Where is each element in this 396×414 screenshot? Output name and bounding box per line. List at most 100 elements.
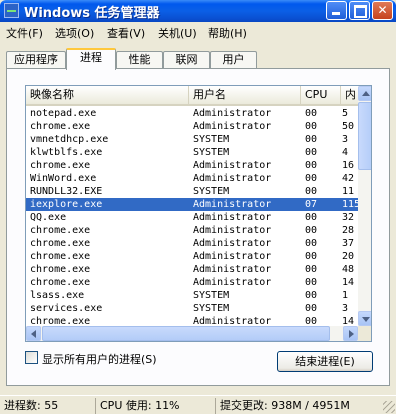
- process-cpu-cell: 00: [305, 303, 318, 314]
- table-row[interactable]: services.exe SYSTEM 00 3: [26, 302, 358, 315]
- process-cpu-cell: 00: [305, 160, 318, 171]
- list-header: 映像名称 用户名 CPU 内: [26, 86, 371, 106]
- process-name-cell: chrome.exe: [30, 264, 91, 275]
- process-name-cell: klwtblfs.exe: [30, 147, 103, 158]
- vertical-scrollbar[interactable]: [358, 86, 371, 326]
- status-bar: 进程数: 55 CPU 使用: 11% 提交更改: 938M / 4951M: [0, 395, 396, 414]
- process-user-cell: SYSTEM: [193, 147, 230, 158]
- process-name-cell: chrome.exe: [30, 277, 91, 288]
- table-row[interactable]: klwtblfs.exe SYSTEM 00 4: [26, 146, 358, 159]
- resize-grip[interactable]: [383, 401, 395, 413]
- tab-processes[interactable]: 进程: [66, 48, 116, 70]
- process-user-cell: Administrator: [193, 251, 272, 262]
- process-user-cell: Administrator: [193, 199, 272, 210]
- status-commit-charge: 提交更改: 938M / 4951M: [215, 398, 382, 414]
- scroll-right-button[interactable]: [343, 326, 358, 341]
- table-row[interactable]: chrome.exe Administrator 00 37: [26, 237, 358, 250]
- window-title: Windows 任务管理器: [24, 6, 160, 21]
- process-user-cell: Administrator: [193, 108, 272, 119]
- process-name-cell: chrome.exe: [30, 160, 91, 171]
- table-row[interactable]: vmnetdhcp.exe SYSTEM 00 3: [26, 133, 358, 146]
- maximize-button[interactable]: [349, 1, 370, 20]
- table-row[interactable]: lsass.exe SYSTEM 00 1: [26, 289, 358, 302]
- table-row[interactable]: RUNDLL32.EXE SYSTEM 00 11: [26, 185, 358, 198]
- process-name-cell: QQ.exe: [30, 212, 67, 223]
- process-user-cell: SYSTEM: [193, 303, 230, 314]
- title-bar[interactable]: Windows 任务管理器 ✕: [0, 0, 396, 22]
- vertical-scroll-thumb[interactable]: [358, 102, 371, 170]
- scroll-left-button[interactable]: [26, 326, 41, 341]
- right-arrow-icon: [349, 330, 354, 338]
- tab-networking[interactable]: 联网: [163, 51, 210, 68]
- process-user-cell: Administrator: [193, 277, 272, 288]
- table-row[interactable]: QQ.exe Administrator 00 32: [26, 211, 358, 224]
- status-process-count: 进程数: 55: [4, 399, 59, 412]
- process-cpu-cell: 00: [305, 225, 318, 236]
- down-arrow-icon: [362, 317, 370, 322]
- menu-file[interactable]: 文件(F): [6, 25, 43, 41]
- status-cpu-usage: CPU 使用: 11%: [95, 398, 213, 414]
- task-manager-icon: [4, 3, 19, 18]
- scroll-up-button[interactable]: [358, 86, 371, 101]
- process-name-cell: notepad.exe: [30, 108, 97, 119]
- close-button[interactable]: ✕: [372, 1, 393, 20]
- process-name-cell: WinWord.exe: [30, 173, 97, 184]
- up-arrow-icon: [362, 91, 370, 96]
- table-row[interactable]: WinWord.exe Administrator 00 42: [26, 172, 358, 185]
- process-cpu-cell: 00: [305, 238, 318, 249]
- column-header-user-name[interactable]: 用户名: [189, 86, 301, 104]
- process-cpu-cell: 00: [305, 121, 318, 132]
- process-user-cell: SYSTEM: [193, 290, 230, 301]
- table-row-selected[interactable]: iexplore.exe Administrator 07 115: [26, 198, 360, 211]
- process-user-cell: Administrator: [193, 121, 272, 132]
- process-name-cell: chrome.exe: [30, 251, 91, 262]
- process-cpu-cell: 00: [305, 290, 318, 301]
- menu-view[interactable]: 查看(V): [107, 25, 145, 41]
- process-name-cell: vmnetdhcp.exe: [30, 134, 109, 145]
- process-cpu-cell: 00: [305, 173, 318, 184]
- left-arrow-icon: [31, 330, 36, 338]
- process-user-cell: Administrator: [193, 225, 272, 236]
- process-user-cell: Administrator: [193, 173, 272, 184]
- table-row[interactable]: notepad.exe Administrator 00 5: [26, 107, 358, 120]
- tab-users[interactable]: 用户: [210, 51, 257, 68]
- process-user-cell: Administrator: [193, 238, 272, 249]
- end-process-button[interactable]: 结束进程(E): [277, 351, 373, 372]
- table-row[interactable]: chrome.exe Administrator 00 20: [26, 250, 358, 263]
- table-row[interactable]: chrome.exe Administrator 00 14: [26, 276, 358, 289]
- scrollbar-corner: [358, 326, 371, 341]
- table-row[interactable]: chrome.exe Administrator 00 50: [26, 120, 358, 133]
- process-user-cell: SYSTEM: [193, 134, 230, 145]
- process-cpu-cell: 07: [305, 199, 318, 210]
- show-all-users-checkbox[interactable]: [25, 351, 38, 364]
- menu-help[interactable]: 帮助(H): [208, 25, 247, 41]
- process-cpu-cell: 00: [305, 277, 318, 288]
- process-name-cell: lsass.exe: [30, 290, 85, 301]
- horizontal-scroll-thumb[interactable]: [42, 326, 330, 341]
- table-row[interactable]: chrome.exe Administrator 00 48: [26, 263, 358, 276]
- process-cpu-cell: 00: [305, 108, 318, 119]
- horizontal-scrollbar[interactable]: [26, 326, 358, 341]
- process-cpu-cell: 00: [305, 186, 318, 197]
- scroll-down-button[interactable]: [358, 311, 371, 326]
- menu-options[interactable]: 选项(O): [55, 25, 94, 41]
- show-all-users-label[interactable]: 显示所有用户的进程(S): [42, 351, 157, 367]
- process-name-cell: chrome.exe: [30, 225, 91, 236]
- table-row[interactable]: chrome.exe Administrator 00 28: [26, 224, 358, 237]
- minimize-button[interactable]: [326, 1, 347, 20]
- column-header-cpu[interactable]: CPU: [301, 86, 341, 104]
- process-name-cell: chrome.exe: [30, 121, 91, 132]
- process-user-cell: Administrator: [193, 160, 272, 171]
- menu-shutdown[interactable]: 关机(U): [158, 25, 197, 41]
- process-list[interactable]: 映像名称 用户名 CPU 内 notepad.exe Administrator 0…: [25, 85, 372, 342]
- tab-performance[interactable]: 性能: [116, 51, 163, 68]
- tab-applications[interactable]: 应用程序: [6, 51, 66, 68]
- column-header-image-name[interactable]: 映像名称: [26, 86, 189, 104]
- table-row[interactable]: chrome.exe Administrator 00 16: [26, 159, 358, 172]
- process-cpu-cell: 00: [305, 264, 318, 275]
- process-cpu-cell: 00: [305, 147, 318, 158]
- process-cpu-cell: 00: [305, 212, 318, 223]
- process-name-cell: iexplore.exe: [30, 199, 103, 210]
- process-user-cell: Administrator: [193, 212, 272, 223]
- process-name-cell: RUNDLL32.EXE: [30, 186, 103, 197]
